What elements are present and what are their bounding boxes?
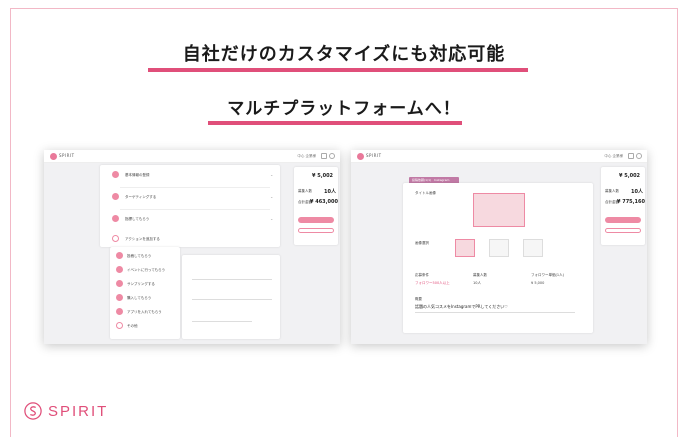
total-value: ¥ 463,000 bbox=[310, 199, 338, 205]
divider bbox=[120, 209, 270, 210]
save-draft-button[interactable] bbox=[605, 228, 641, 233]
people-label: 募集人数 bbox=[605, 189, 619, 193]
menu-item-purchase[interactable]: 購入してもらう bbox=[127, 296, 151, 301]
input-underline bbox=[415, 312, 575, 313]
headline-2-underline bbox=[208, 121, 462, 125]
step-2-icon bbox=[112, 193, 119, 200]
sampling-icon bbox=[116, 280, 123, 287]
chevron-down-icon[interactable]: ⌄ bbox=[270, 172, 273, 177]
title-image-label: タイトル画像 bbox=[415, 191, 436, 195]
save-draft-button[interactable] bbox=[298, 228, 334, 233]
image-select-label: 画像選択 bbox=[415, 241, 429, 245]
settings-icon[interactable] bbox=[636, 153, 642, 159]
step-2-label[interactable]: ターゲティングする bbox=[125, 195, 156, 200]
image-thumb[interactable] bbox=[455, 239, 475, 257]
app-name: SPIRIT bbox=[59, 153, 75, 158]
event-icon bbox=[116, 266, 123, 273]
preview-button[interactable] bbox=[298, 217, 334, 223]
account-link[interactable]: 中心 企業様 bbox=[604, 154, 623, 159]
summary-panel: ¥ 5,002 募集人数 10人 合計金額 ¥ 463,000 bbox=[294, 167, 338, 245]
condition-value[interactable]: フォロワー500人以上 bbox=[415, 281, 450, 286]
account-link[interactable]: 中心 企業様 bbox=[297, 154, 316, 159]
screenshot-post-request: SPIRIT 中心 企業様 投稿依頼(1/1) Instagram タイトル画像… bbox=[351, 150, 647, 344]
summary-panel: ¥ 5,002 募集人数 10人 合計金額 ¥ 775,160 bbox=[601, 167, 645, 245]
brand-footer: SPIRIT bbox=[24, 402, 108, 420]
app-header: SPIRIT 中心 企業様 bbox=[351, 150, 647, 163]
image-placeholder-icon[interactable] bbox=[489, 239, 509, 257]
headline-multiplatform: マルチプラットフォームへ！ bbox=[227, 99, 461, 119]
app-header: SPIRIT 中心 企業様 bbox=[44, 150, 340, 163]
steps-card: 基本情報の登録 ⌄ ターゲティングする ⌄ 指標してもらう ⌄ アクションを追加… bbox=[100, 165, 280, 247]
app-name: SPIRIT bbox=[366, 153, 382, 158]
input-line[interactable] bbox=[192, 279, 272, 280]
menu-item-post[interactable]: 投稿してもらう bbox=[127, 254, 151, 259]
people-label: 募集人数 bbox=[298, 189, 312, 193]
input-line[interactable] bbox=[192, 299, 272, 300]
title-image-preview[interactable] bbox=[473, 193, 525, 227]
step-3-label[interactable]: 指標してもらう bbox=[125, 217, 149, 222]
condition-label: 応募条件 bbox=[415, 273, 429, 277]
mail-icon[interactable] bbox=[628, 153, 634, 159]
step-3-icon bbox=[112, 215, 119, 222]
mail-icon[interactable] bbox=[321, 153, 327, 159]
step-1-label[interactable]: 基本情報の登録 bbox=[125, 173, 150, 178]
app-canvas: 投稿依頼(1/1) Instagram タイトル画像 画像選択 応募条件 募集人… bbox=[351, 163, 647, 344]
people-value: 10人 bbox=[324, 189, 336, 195]
description-field[interactable]: 話題の人気コスメをInstagramでPRしてください♡ bbox=[415, 304, 508, 310]
settings-icon[interactable] bbox=[329, 153, 335, 159]
add-action-button[interactable]: アクションを追加する bbox=[125, 237, 160, 242]
total-value: ¥ 775,160 bbox=[617, 199, 645, 205]
chevron-down-icon[interactable]: ⌄ bbox=[270, 194, 273, 199]
unit-price: ¥ 5,002 bbox=[312, 173, 334, 179]
divider bbox=[120, 187, 270, 188]
other-icon bbox=[116, 322, 123, 329]
image-placeholder-icon[interactable] bbox=[523, 239, 543, 257]
menu-item-other[interactable]: その他 bbox=[127, 324, 138, 329]
spirit-logo-icon bbox=[50, 153, 57, 160]
people-count-label: 募集人数 bbox=[473, 273, 487, 277]
headline-customization: 自社だけのカスタマイズにも対応可能 bbox=[182, 44, 506, 65]
unit-price-label: フォロワー単価(1人) bbox=[531, 273, 564, 277]
spirit-logo-icon bbox=[24, 402, 42, 420]
unit-price-value[interactable]: ¥ 5,000 bbox=[531, 281, 544, 285]
input-line[interactable] bbox=[192, 321, 252, 322]
spirit-logo-icon bbox=[357, 153, 364, 160]
menu-item-event[interactable]: イベントに行ってもらう bbox=[127, 268, 165, 273]
brand-name: SPIRIT bbox=[48, 402, 109, 420]
form-card bbox=[182, 255, 280, 339]
action-menu: 投稿してもらう イベントに行ってもらう サンプリングする 購入してもらう アプリ… bbox=[110, 247, 180, 339]
menu-item-app-install[interactable]: アプリを入れてもらう bbox=[127, 310, 162, 315]
step-1-icon bbox=[112, 171, 119, 178]
people-count-value[interactable]: 10人 bbox=[473, 281, 481, 286]
people-value: 10人 bbox=[631, 189, 643, 195]
description-label: 概要 bbox=[415, 297, 422, 301]
post-icon bbox=[116, 252, 123, 259]
menu-item-sampling[interactable]: サンプリングする bbox=[127, 282, 155, 287]
chevron-down-icon[interactable]: ⌄ bbox=[270, 216, 273, 221]
purchase-icon bbox=[116, 294, 123, 301]
app-canvas: 基本情報の登録 ⌄ ターゲティングする ⌄ 指標してもらう ⌄ アクションを追加… bbox=[44, 163, 340, 344]
preview-button[interactable] bbox=[605, 217, 641, 223]
add-action-icon bbox=[112, 235, 119, 242]
app-install-icon bbox=[116, 308, 123, 315]
screenshot-campaign-steps: SPIRIT 中心 企業様 基本情報の登録 ⌄ ターゲティングする ⌄ 指標して… bbox=[44, 150, 340, 344]
tab-instagram-label: 投稿依頼(1/1) Instagram bbox=[412, 178, 450, 182]
post-form-card: タイトル画像 画像選択 応募条件 募集人数 フォロワー単価(1人) フォロワー5… bbox=[403, 183, 593, 333]
headline-1-underline bbox=[148, 68, 528, 72]
unit-price: ¥ 5,002 bbox=[619, 173, 641, 179]
